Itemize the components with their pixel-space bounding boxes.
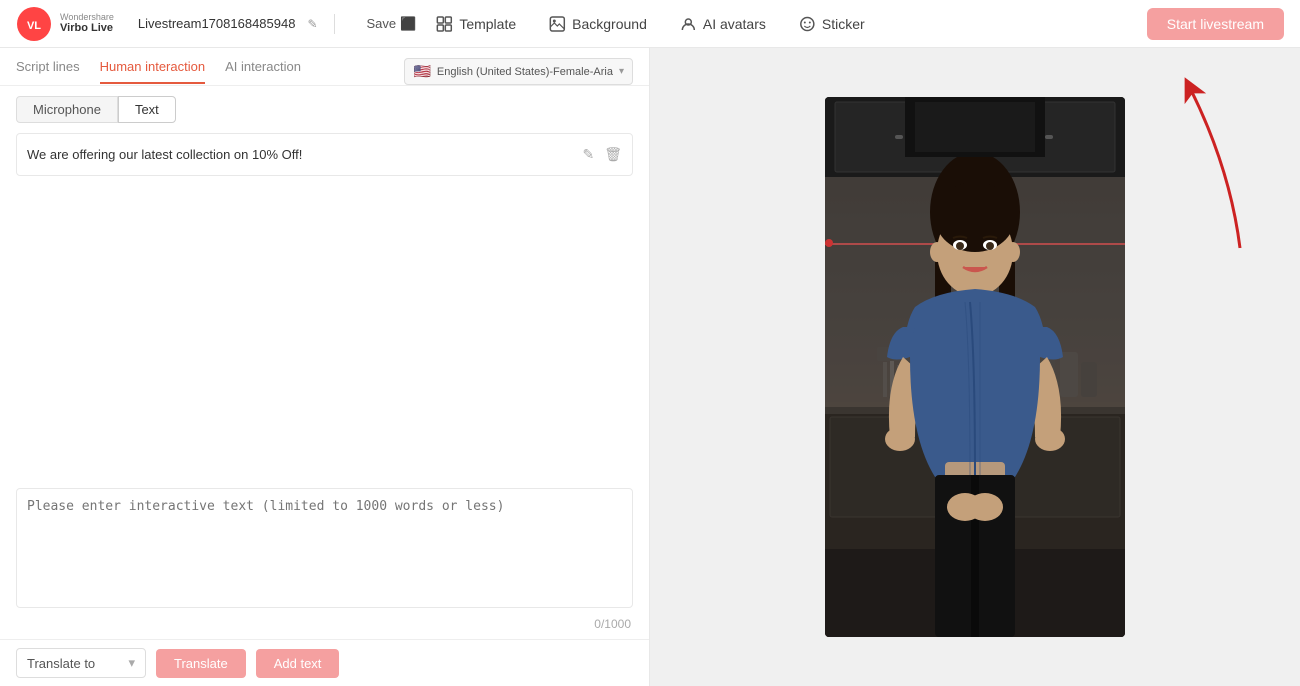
delete-script-icon[interactable]: 🗑 <box>604 146 622 163</box>
sticker-icon <box>798 15 816 33</box>
script-list: We are offering our latest collection on… <box>0 133 649 184</box>
edit-script-icon[interactable]: ✎ <box>582 146 594 163</box>
chevron-down-icon: ▾ <box>619 66 624 77</box>
text-input-section: 0/1000 <box>0 488 649 639</box>
app-logo-icon: VL <box>16 6 52 42</box>
arrow-annotation <box>1180 68 1260 268</box>
edit-project-icon[interactable]: ✎ <box>307 17 317 31</box>
nav-sticker[interactable]: Sticker <box>798 15 865 33</box>
translate-to-select[interactable]: Translate to ▾ <box>16 648 146 678</box>
project-name: Livestream1708168485948 <box>138 16 296 31</box>
nav-ai-avatars[interactable]: AI avatars <box>679 15 766 33</box>
svg-text:VL: VL <box>27 20 41 32</box>
logo-area: VL Wondershare Virbo Live Livestream1708… <box>16 6 424 42</box>
script-item-text: We are offering our latest collection on… <box>27 147 582 162</box>
main-layout: Script lines Human interaction AI intera… <box>0 48 1300 686</box>
char-count: 0/1000 <box>16 617 633 631</box>
sub-tab-microphone[interactable]: Microphone <box>16 96 118 123</box>
header-nav: Template Background AI avatars <box>435 15 864 33</box>
main-tabs-row: Script lines Human interaction AI intera… <box>0 48 649 86</box>
tab-ai-interaction[interactable]: AI interaction <box>225 59 301 84</box>
tab-human-interaction[interactable]: Human interaction <box>100 59 206 84</box>
left-panel: Script lines Human interaction AI intera… <box>0 48 650 686</box>
ai-avatars-icon <box>679 15 697 33</box>
translate-to-label: Translate to <box>27 656 95 671</box>
translate-chevron-icon: ▾ <box>128 655 135 671</box>
template-icon <box>435 15 453 33</box>
nav-background[interactable]: Background <box>548 15 647 33</box>
sub-tabs-row: Microphone Text <box>0 86 649 133</box>
nav-ai-avatars-label: AI avatars <box>703 16 766 32</box>
background-scene <box>825 97 1125 637</box>
flag-icon: 🇺🇸 <box>413 63 430 80</box>
script-spacer <box>0 184 649 488</box>
nav-template-label: Template <box>459 16 516 32</box>
voice-value: English (United States)-Female-Aria <box>437 66 613 78</box>
save-button[interactable]: Save ⬛ <box>359 12 425 36</box>
right-panel <box>650 48 1300 686</box>
interactive-text-input[interactable] <box>16 488 633 608</box>
arrow-svg <box>1180 68 1260 268</box>
add-text-button[interactable]: Add text <box>256 649 340 678</box>
header: VL Wondershare Virbo Live Livestream1708… <box>0 0 1300 48</box>
nav-sticker-label: Sticker <box>822 16 865 32</box>
app-name: Virbo Live <box>60 22 114 35</box>
avatar-preview <box>825 97 1125 637</box>
sub-tab-text[interactable]: Text <box>118 96 176 123</box>
position-marker-dot <box>825 239 833 247</box>
script-item: We are offering our latest collection on… <box>16 133 633 176</box>
nav-template[interactable]: Template <box>435 15 516 33</box>
translate-button[interactable]: Translate <box>156 649 246 678</box>
nav-background-label: Background <box>572 16 647 32</box>
background-icon <box>548 15 566 33</box>
save-label: Save <box>367 16 397 31</box>
save-icon: ⬛ <box>400 16 416 32</box>
avatar-figure-svg <box>875 157 1075 637</box>
bottom-bar: Translate to ▾ Translate Add text <box>0 639 649 686</box>
tab-script-lines[interactable]: Script lines <box>16 59 80 84</box>
header-divider <box>334 14 335 34</box>
script-item-actions: ✎ 🗑 <box>582 146 622 163</box>
app-brand: Wondershare <box>60 12 114 23</box>
voice-selector[interactable]: 🇺🇸 English (United States)-Female-Aria ▾ <box>404 58 633 85</box>
start-livestream-button[interactable]: Start livestream <box>1147 8 1284 40</box>
